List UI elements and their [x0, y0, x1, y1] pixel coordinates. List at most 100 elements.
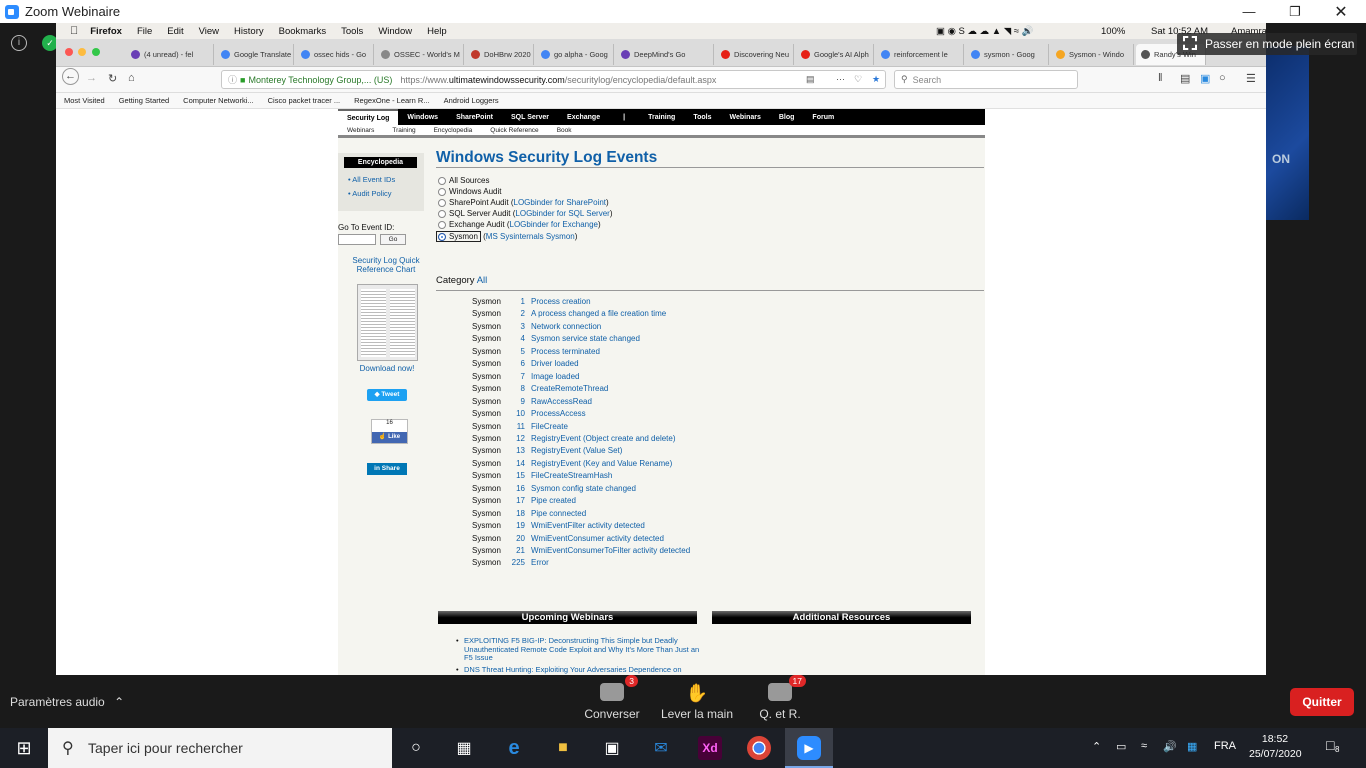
subnav-training[interactable]: Training	[392, 127, 415, 134]
browser-tab[interactable]: DoHBrw 2020 |	[466, 44, 534, 65]
mail-icon[interactable]: ✉	[649, 736, 673, 760]
menu-history[interactable]: History	[234, 26, 264, 37]
event-description-link[interactable]: WmiEventConsumer activity detected	[531, 534, 664, 543]
event-id-link[interactable]: 18	[506, 509, 525, 518]
browser-tab[interactable]: Sysmon - Windo	[1051, 44, 1134, 65]
event-description-link[interactable]: Error	[531, 558, 549, 567]
nav-forum[interactable]: Forum	[812, 114, 834, 121]
library-icon[interactable]: ‖	[1158, 72, 1163, 84]
browser-tab[interactable]: Discovering Neu	[716, 44, 794, 65]
bookmark-most-visited[interactable]: Most Visited	[64, 96, 105, 105]
zoom-taskbar-active[interactable]: ▶	[785, 728, 833, 768]
event-id-link[interactable]: 14	[506, 459, 525, 468]
browser-tab[interactable]: Google Translate	[216, 44, 294, 65]
quit-button[interactable]: Quitter	[1290, 688, 1354, 716]
browser-tab[interactable]: DeepMind's Go	[616, 44, 714, 65]
network-app-icon[interactable]: ▦	[1187, 740, 1197, 753]
tweet-button[interactable]: ◆ Tweet	[367, 389, 407, 401]
minimize-button[interactable]: —	[1226, 0, 1272, 23]
cert-owner[interactable]: Monterey Technology Group,... (US)	[248, 75, 392, 85]
bookmark-regexone[interactable]: RegexOne - Learn R...	[354, 96, 429, 105]
sidebar-icon[interactable]: ▤	[1180, 72, 1190, 85]
event-description-link[interactable]: RawAccessRead	[531, 397, 592, 406]
taskbar-clock[interactable]: 18:52 25/07/2020	[1249, 732, 1302, 762]
bookmark-android-loggers[interactable]: Android Loggers	[444, 96, 499, 105]
event-id-link[interactable]: 17	[506, 496, 525, 505]
apple-icon[interactable]: 	[70, 25, 78, 37]
event-description-link[interactable]: Pipe created	[531, 496, 576, 505]
windows-start-icon[interactable]: ⊞	[12, 736, 36, 760]
facebook-like-box[interactable]: 16 ☝ Like	[371, 419, 408, 444]
wifi-icon[interactable]: ≈	[1141, 740, 1147, 752]
raise-hand-button[interactable]: ✋ Lever la main	[657, 683, 737, 721]
browser-tab[interactable]: (4 unread) - fel	[126, 44, 214, 65]
page-actions-icon[interactable]: ⋯	[836, 74, 845, 85]
event-id-input[interactable]	[338, 234, 376, 245]
fb-like-button[interactable]: ☝ Like	[372, 432, 407, 443]
category-all-link[interactable]: All	[477, 275, 488, 286]
source-windows-audit[interactable]: Windows Audit	[438, 187, 501, 196]
event-description-link[interactable]: Network connection	[531, 322, 601, 331]
event-description-link[interactable]: RegistryEvent (Object create and delete)	[531, 434, 676, 443]
event-id-link[interactable]: 19	[506, 521, 525, 530]
close-button[interactable]: ✕	[1318, 0, 1364, 23]
sidebar-link-all-event-ids[interactable]: • All Event IDs	[348, 175, 395, 184]
subnav-webinars[interactable]: Webinars	[347, 127, 374, 134]
event-id-link[interactable]: 21	[506, 546, 525, 555]
event-id-link[interactable]: 10	[506, 409, 525, 418]
taskbar-search[interactable]: ⚲ Taper ici pour rechercher	[48, 728, 392, 768]
event-id-link[interactable]: 2	[506, 309, 525, 318]
search-field[interactable]: ⚲ Search	[894, 70, 1078, 89]
nav-exchange[interactable]: Exchange	[567, 114, 600, 121]
bookmark-computer-networking[interactable]: Computer Networki...	[183, 96, 253, 105]
event-id-link[interactable]: 15	[506, 471, 525, 480]
browser-tab[interactable]: Google's AI Alph	[796, 44, 874, 65]
nav-blog[interactable]: Blog	[779, 114, 795, 121]
subnav-quick-reference[interactable]: Quick Reference	[490, 127, 538, 134]
pocket-icon[interactable]: ♡	[854, 74, 862, 85]
chart-thumbnail[interactable]	[357, 284, 418, 361]
source-sysmon[interactable]: Sysmon (MS Sysinternals Sysmon)	[436, 231, 577, 242]
traffic-max-icon[interactable]	[92, 48, 100, 56]
menu-hamburger-icon[interactable]: ☰	[1246, 72, 1256, 85]
webinar-link-f5[interactable]: EXPLOITING F5 BIG-IP: Deconstructing Thi…	[456, 636, 700, 663]
quick-reference-link[interactable]: Security Log Quick Reference Chart	[348, 256, 424, 274]
nav-sharepoint[interactable]: SharePoint	[456, 114, 493, 121]
event-description-link[interactable]: FileCreateStreamHash	[531, 471, 612, 480]
store-icon[interactable]: ▣	[600, 736, 624, 760]
logbinder-exchange-link[interactable]: LOGbinder for Exchange	[510, 220, 599, 229]
url-bar[interactable]: ⓘ ■ Monterey Technology Group,... (US) h…	[221, 70, 886, 89]
reader-view-icon[interactable]: ▤	[806, 74, 815, 85]
event-id-link[interactable]: 13	[506, 446, 525, 455]
nav-security-log[interactable]: Security Log	[338, 109, 399, 125]
extension-icon[interactable]: ○	[1219, 72, 1226, 84]
chrome-icon[interactable]	[747, 736, 771, 760]
event-description-link[interactable]: FileCreate	[531, 422, 568, 431]
sidebar-link-audit-policy[interactable]: • Audit Policy	[348, 189, 391, 198]
event-description-link[interactable]: RegistryEvent (Key and Value Rename)	[531, 459, 672, 468]
event-id-link[interactable]: 1	[506, 297, 525, 306]
event-id-link[interactable]: 9	[506, 397, 525, 406]
edge-icon[interactable]: e	[502, 736, 526, 760]
event-description-link[interactable]: Sysmon config state changed	[531, 484, 636, 493]
logbinder-sql-link[interactable]: LOGbinder for SQL Server	[515, 209, 609, 218]
event-description-link[interactable]: Sysmon service state changed	[531, 334, 640, 343]
subnav-book[interactable]: Book	[557, 127, 572, 134]
source-exchange-audit[interactable]: Exchange Audit (LOGbinder for Exchange)	[438, 220, 601, 229]
event-id-link[interactable]: 20	[506, 534, 525, 543]
reload-icon[interactable]: ↻	[108, 72, 117, 85]
cortana-icon[interactable]: ○	[404, 736, 428, 760]
go-button[interactable]: Go	[380, 234, 406, 245]
browser-tab[interactable]: ossec hids - Go	[296, 44, 374, 65]
event-description-link[interactable]: WmiEventFilter activity detected	[531, 521, 645, 530]
bookmark-cisco[interactable]: Cisco packet tracer ...	[268, 96, 341, 105]
bookmark-getting-started[interactable]: Getting Started	[119, 96, 169, 105]
nav-tools[interactable]: Tools	[693, 114, 711, 121]
event-id-link[interactable]: 16	[506, 484, 525, 493]
event-description-link[interactable]: Process creation	[531, 297, 591, 306]
battery-icon[interactable]: ▭	[1116, 740, 1126, 753]
linkedin-share-button[interactable]: in Share	[367, 463, 407, 475]
nav-sql-server[interactable]: SQL Server	[511, 114, 549, 121]
browser-tab[interactable]: reinforcement le	[876, 44, 964, 65]
event-description-link[interactable]: Process terminated	[531, 347, 600, 356]
